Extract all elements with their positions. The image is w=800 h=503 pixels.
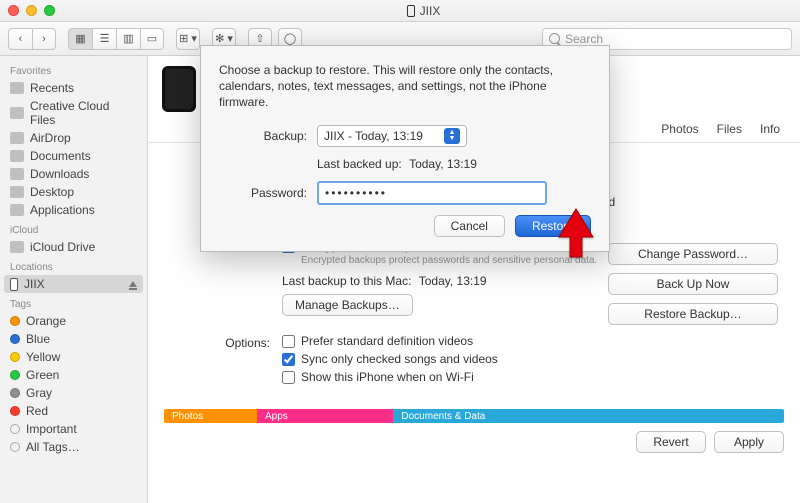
dialog-message: Choose a backup to restore. This will re… [219, 62, 591, 111]
search-placeholder: Search [565, 32, 603, 46]
forward-button[interactable]: › [32, 28, 56, 50]
eject-icon[interactable] [129, 281, 137, 287]
tab-files[interactable]: Files [717, 122, 742, 136]
restore-button[interactable]: Restore [515, 215, 591, 237]
tab-photos[interactable]: Photos [661, 122, 698, 136]
arrange-menu[interactable]: ⊞ ▾ [176, 28, 200, 50]
backup-select[interactable]: JIIX - Today, 13:19 ▲▼ [317, 125, 467, 147]
tag-dot-icon [10, 370, 20, 380]
password-field[interactable]: •••••••••• [317, 181, 547, 205]
option-sync[interactable]: Sync only checked songs and videos [282, 352, 776, 366]
airdrop-icon [10, 132, 24, 144]
sidebar: Favorites Recents Creative Cloud Files A… [0, 56, 148, 503]
dialog-last-value: Today, 13:19 [409, 157, 477, 171]
dialog-last-label: Last backed up: [317, 157, 402, 171]
options-label: Options: [172, 334, 282, 350]
folder-icon [10, 186, 24, 198]
back-button[interactable]: ‹ [8, 28, 32, 50]
option-wifi[interactable]: Show this iPhone when on Wi-Fi [282, 370, 776, 384]
view-gallery[interactable]: ▭ [140, 28, 164, 50]
sidebar-tag-gray[interactable]: Gray [0, 384, 147, 402]
tag-icon [10, 424, 20, 434]
select-arrows-icon: ▲▼ [444, 128, 460, 144]
tag-dot-icon [10, 406, 20, 416]
storage-segment-apps: Apps [257, 409, 393, 423]
sidebar-item-applications[interactable]: Applications [0, 201, 147, 219]
zoom-window[interactable] [44, 5, 55, 16]
view-switcher: ▦ ☰ ▥ ▭ [68, 28, 164, 50]
tab-info[interactable]: Info [760, 122, 780, 136]
option-sd[interactable]: Prefer standard definition videos [282, 334, 776, 348]
sidebar-group-favorites: Favorites [0, 60, 147, 79]
recents-icon [10, 82, 24, 94]
last-backup-label: Last backup to this Mac: [282, 274, 411, 288]
sidebar-item-desktop[interactable]: Desktop [0, 183, 147, 201]
sidebar-tag-blue[interactable]: Blue [0, 330, 147, 348]
phone-icon [10, 278, 18, 291]
tag-dot-icon [10, 388, 20, 398]
view-list[interactable]: ☰ [92, 28, 116, 50]
view-columns[interactable]: ▥ [116, 28, 140, 50]
device-icon [407, 5, 415, 17]
tag-dot-icon [10, 334, 20, 344]
sidebar-item-airdrop[interactable]: AirDrop [0, 129, 147, 147]
manage-backups-button[interactable]: Manage Backups… [282, 294, 413, 316]
apps-icon [10, 204, 24, 216]
sidebar-tag-green[interactable]: Green [0, 366, 147, 384]
sidebar-item-device[interactable]: JIIX [4, 275, 143, 293]
revert-button[interactable]: Revert [636, 431, 706, 453]
sidebar-tag-red[interactable]: Red [0, 402, 147, 420]
window-title: JIIX [55, 4, 792, 18]
restore-backup-button[interactable]: Restore Backup… [608, 303, 778, 325]
password-label: Password: [219, 186, 317, 200]
sidebar-item-recents[interactable]: Recents [0, 79, 147, 97]
sidebar-item-icloud-drive[interactable]: iCloud Drive [0, 238, 147, 256]
sidebar-group-locations: Locations [0, 256, 147, 275]
cancel-button[interactable]: Cancel [434, 215, 505, 237]
close-window[interactable] [8, 5, 19, 16]
last-backup-value: Today, 13:19 [419, 274, 487, 288]
backup-now-button[interactable]: Back Up Now [608, 273, 778, 295]
tag-icon [10, 442, 20, 452]
icloud-icon [10, 241, 24, 253]
storage-segment-documents-data: Documents & Data [393, 409, 784, 423]
storage-bar: PhotosAppsDocuments & Data [164, 409, 784, 423]
folder-icon [10, 107, 24, 119]
backup-select-label: Backup: [219, 129, 317, 143]
sidebar-item-all-tags[interactable]: All Tags… [0, 438, 147, 456]
view-icons[interactable]: ▦ [68, 28, 92, 50]
folder-icon [10, 168, 24, 180]
nav-buttons: ‹ › [8, 28, 56, 50]
device-image [162, 66, 196, 112]
tag-dot-icon [10, 352, 20, 362]
sidebar-group-icloud: iCloud [0, 219, 147, 238]
search-icon [549, 33, 560, 44]
sidebar-tag-orange[interactable]: Orange [0, 312, 147, 330]
sidebar-item-downloads[interactable]: Downloads [0, 165, 147, 183]
sidebar-group-tags: Tags [0, 293, 147, 312]
storage-segment-photos: Photos [164, 409, 257, 423]
sidebar-item-important[interactable]: Important [0, 420, 147, 438]
apply-button[interactable]: Apply [714, 431, 784, 453]
folder-icon [10, 150, 24, 162]
restore-dialog: Choose a backup to restore. This will re… [200, 45, 610, 252]
minimize-window[interactable] [26, 5, 37, 16]
change-password-button[interactable]: Change Password… [608, 243, 778, 265]
titlebar: JIIX [0, 0, 800, 22]
sidebar-item-documents[interactable]: Documents [0, 147, 147, 165]
sidebar-item-creative-cloud[interactable]: Creative Cloud Files [0, 97, 147, 129]
sidebar-tag-yellow[interactable]: Yellow [0, 348, 147, 366]
tag-dot-icon [10, 316, 20, 326]
